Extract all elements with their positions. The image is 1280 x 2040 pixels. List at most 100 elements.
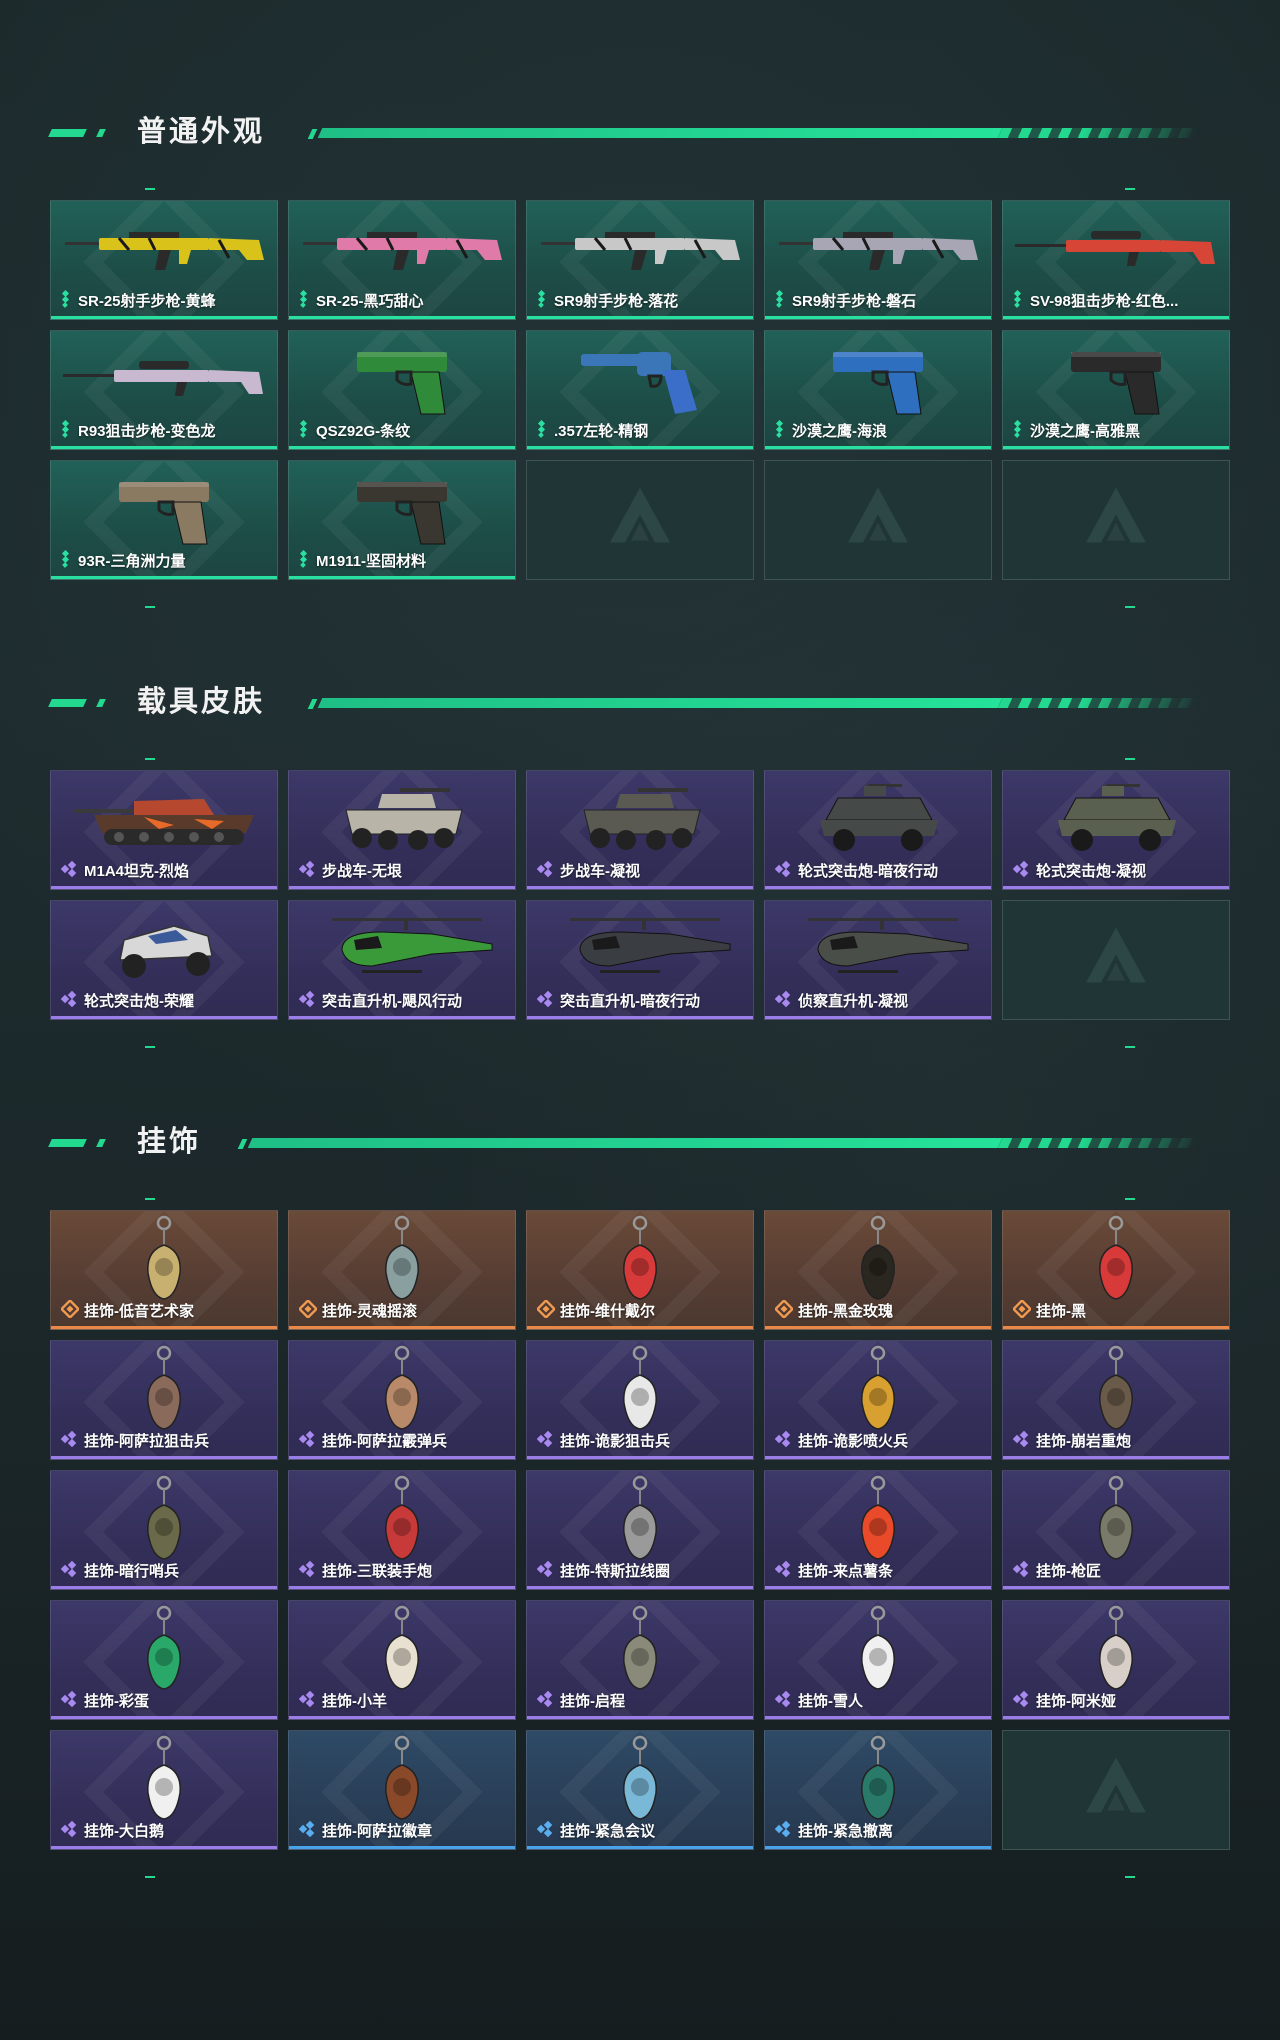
helicopter-icon <box>527 907 753 993</box>
header-accent <box>96 699 106 707</box>
rarity-strip <box>527 1016 753 1019</box>
section-header: 普通外观 <box>0 112 1280 152</box>
rarity-strip <box>765 446 991 449</box>
rarity-green-icon <box>775 290 787 313</box>
item-name: 沙漠之鹰-高雅黑 <box>1030 423 1140 440</box>
item-card[interactable]: M1A4坦克-烈焰 <box>50 770 278 890</box>
rarity-strip <box>51 446 277 449</box>
item-card[interactable]: 突击直升机-暗夜行动 <box>526 900 754 1020</box>
item-card[interactable]: 挂饰-彩蛋 <box>50 1600 278 1720</box>
item-card[interactable]: 步战车-无垠 <box>288 770 516 890</box>
rarity-strip <box>51 886 277 889</box>
item-card[interactable]: 挂饰-诡影狙击兵 <box>526 1340 754 1460</box>
item-card[interactable]: R93狙击步枪-变色龙 <box>50 330 278 450</box>
item-card[interactable]: 93R-三角洲力量 <box>50 460 278 580</box>
item-card[interactable]: 挂饰-三联装手炮 <box>288 1470 516 1590</box>
item-card[interactable]: 挂饰-阿米娅 <box>1002 1600 1230 1720</box>
rarity-purple-icon <box>537 860 555 883</box>
rarity-strip <box>289 1016 515 1019</box>
charm-icon <box>765 1475 991 1563</box>
item-card[interactable]: 挂饰-黑金玫瑰 <box>764 1210 992 1330</box>
item-card[interactable]: SV-98狙击步枪-红色... <box>1002 200 1230 320</box>
item-name: 挂饰-来点薯条 <box>798 1563 893 1580</box>
rarity-green-icon <box>1013 290 1025 313</box>
rarity-green-icon <box>61 420 73 443</box>
item-label: M1A4坦克-烈焰 <box>61 860 269 883</box>
item-card[interactable]: 挂饰-维什戴尔 <box>526 1210 754 1330</box>
item-card[interactable]: 挂饰-黑 <box>1002 1210 1230 1330</box>
item-card[interactable]: SR9射手步枪-落花 <box>526 200 754 320</box>
charm-icon <box>527 1605 753 1693</box>
item-card[interactable]: 挂饰-紧急会议 <box>526 1730 754 1850</box>
item-card[interactable]: 挂饰-特斯拉线圈 <box>526 1470 754 1590</box>
item-card[interactable]: 挂饰-启程 <box>526 1600 754 1720</box>
item-card[interactable]: 轮式突击炮-暗夜行动 <box>764 770 992 890</box>
item-card[interactable]: SR9射手步枪-磐石 <box>764 200 992 320</box>
pistol-icon <box>51 467 277 553</box>
item-card[interactable]: 挂饰-来点薯条 <box>764 1470 992 1590</box>
rarity-purple-icon <box>1013 1560 1031 1583</box>
item-card[interactable]: 挂饰-阿萨拉霰弹兵 <box>288 1340 516 1460</box>
item-card[interactable]: 挂饰-阿萨拉徽章 <box>288 1730 516 1850</box>
item-card[interactable]: 挂饰-暗行哨兵 <box>50 1470 278 1590</box>
item-card[interactable]: SR-25-黑巧甜心 <box>288 200 516 320</box>
sniper-icon <box>51 337 277 423</box>
item-card[interactable]: 侦察直升机-凝视 <box>764 900 992 1020</box>
item-card[interactable]: 突击直升机-飓风行动 <box>288 900 516 1020</box>
item-card[interactable]: 沙漠之鹰-高雅黑 <box>1002 330 1230 450</box>
pistol-icon <box>289 467 515 553</box>
charm-icon <box>51 1735 277 1823</box>
rarity-strip <box>765 1456 991 1459</box>
rarity-green-icon <box>299 550 311 573</box>
rarity-purple-icon <box>775 1430 793 1453</box>
item-card[interactable]: 挂饰-灵魂摇滚 <box>288 1210 516 1330</box>
rarity-strip <box>289 1716 515 1719</box>
rarity-green-icon <box>1013 420 1025 443</box>
item-card[interactable]: 挂饰-大白鹅 <box>50 1730 278 1850</box>
item-label: 挂饰-维什戴尔 <box>537 1300 745 1323</box>
item-name: 93R-三角洲力量 <box>78 553 186 570</box>
item-card[interactable]: 挂饰-低音艺术家 <box>50 1210 278 1330</box>
item-card[interactable]: 挂饰-阿萨拉狙击兵 <box>50 1340 278 1460</box>
item-card[interactable]: .357左轮-精钢 <box>526 330 754 450</box>
corner-tick <box>145 1046 155 1048</box>
item-card[interactable]: 挂饰-诡影喷火兵 <box>764 1340 992 1460</box>
corner-tick <box>1125 606 1135 608</box>
item-name: 挂饰-黑 <box>1036 1303 1086 1320</box>
item-label: 挂饰-阿萨拉徽章 <box>299 1820 507 1843</box>
rarity-purple-icon <box>299 1690 317 1713</box>
item-label: R93狙击步枪-变色龙 <box>61 420 269 443</box>
charm-icon <box>527 1475 753 1563</box>
item-card[interactable]: 挂饰-枪匠 <box>1002 1470 1230 1590</box>
item-card[interactable]: 挂饰-崩岩重炮 <box>1002 1340 1230 1460</box>
item-card[interactable]: 步战车-凝视 <box>526 770 754 890</box>
rarity-strip <box>51 576 277 579</box>
item-card[interactable]: QSZ92G-条纹 <box>288 330 516 450</box>
item-card[interactable]: M1911-坚固材料 <box>288 460 516 580</box>
item-card[interactable]: 轮式突击炮-凝视 <box>1002 770 1230 890</box>
item-label: 挂饰-阿萨拉狙击兵 <box>61 1430 269 1453</box>
item-card[interactable]: SR-25射手步枪-黄蜂 <box>50 200 278 320</box>
item-label: SR-25-黑巧甜心 <box>299 290 507 313</box>
item-card[interactable]: 轮式突击炮-荣耀 <box>50 900 278 1020</box>
corner-tick <box>145 1876 155 1878</box>
rarity-strip <box>51 316 277 319</box>
header-accent <box>307 699 318 709</box>
rarity-purple-icon <box>61 1690 79 1713</box>
game-logo-icon <box>605 483 675 558</box>
item-label: 93R-三角洲力量 <box>61 550 269 573</box>
item-card[interactable]: 沙漠之鹰-海浪 <box>764 330 992 450</box>
item-card[interactable]: 挂饰-小羊 <box>288 1600 516 1720</box>
item-name: 挂饰-阿萨拉霰弹兵 <box>322 1433 447 1450</box>
charm-icon <box>1003 1215 1229 1303</box>
charm-icon <box>289 1735 515 1823</box>
item-name: SR-25射手步枪-黄蜂 <box>78 293 216 310</box>
item-name: 挂饰-灵魂摇滚 <box>322 1303 417 1320</box>
rarity-orange-icon <box>537 1300 557 1323</box>
rarity-strip <box>289 576 515 579</box>
item-card[interactable]: 挂饰-雪人 <box>764 1600 992 1720</box>
item-card[interactable]: 挂饰-紧急撤离 <box>764 1730 992 1850</box>
rifle-icon <box>527 207 753 293</box>
game-logo-icon <box>1081 483 1151 558</box>
header-accent <box>237 1139 248 1149</box>
